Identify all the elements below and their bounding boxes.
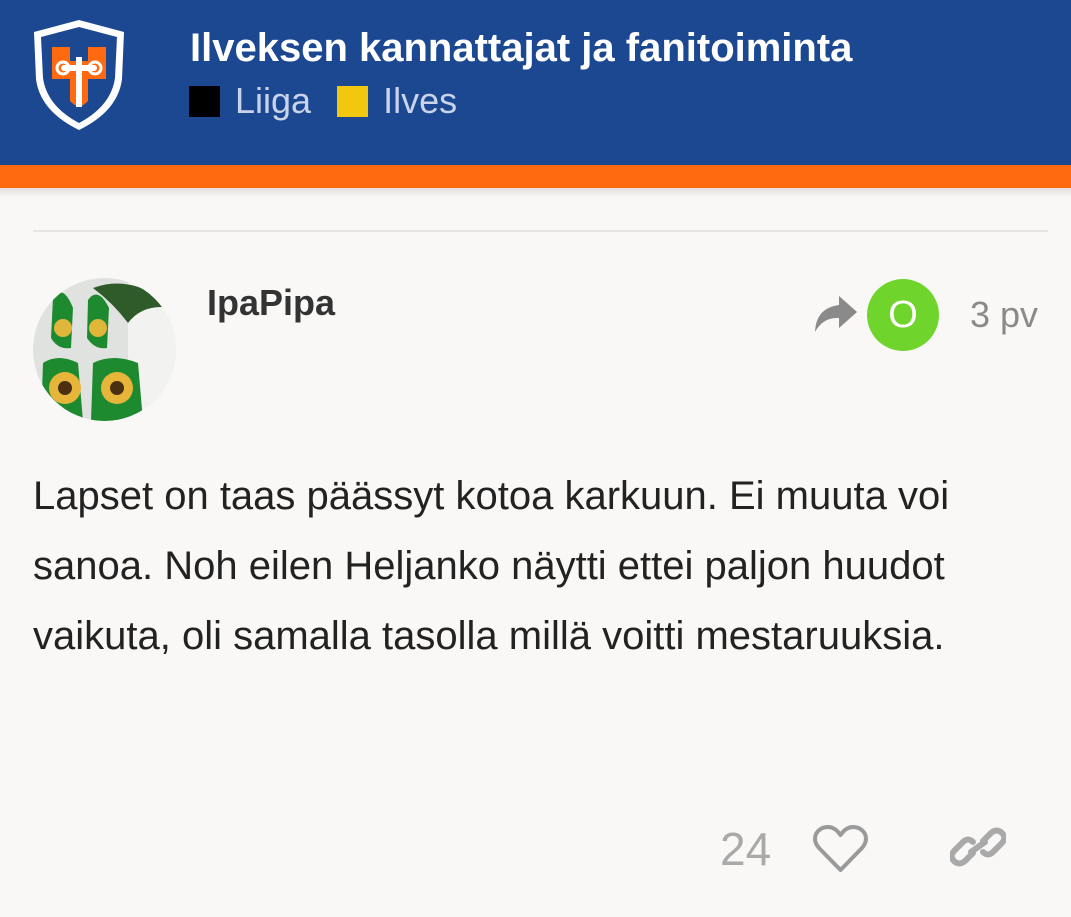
category-title[interactable]: Ilveksen kannattajat ja fanitoiminta <box>190 26 852 71</box>
like-count[interactable]: 24 <box>720 822 771 876</box>
category-tag-ilves[interactable]: Ilves <box>337 80 457 122</box>
category-breadcrumb: Liiga Ilves <box>189 80 483 122</box>
post-divider <box>33 230 1048 232</box>
header-shadow <box>0 188 1071 198</box>
user-avatar[interactable] <box>33 278 176 421</box>
category-tag-liiga[interactable]: Liiga <box>189 80 311 122</box>
header-accent-stripe <box>0 165 1071 188</box>
heart-icon[interactable] <box>812 824 869 874</box>
post-date[interactable]: 3 pv <box>970 294 1038 336</box>
category-tag-label: Liiga <box>235 80 312 121</box>
link-icon[interactable] <box>950 825 1006 869</box>
ilves-crest-icon[interactable] <box>30 17 128 133</box>
category-color-box <box>337 85 369 117</box>
site-header: Ilveksen kannattajat ja fanitoiminta Lii… <box>0 0 1071 165</box>
category-tag-label: Ilves <box>383 80 458 121</box>
post-body: Lapset on taas päässyt kotoa karkuun. Ei… <box>33 474 950 658</box>
share-arrow-icon[interactable] <box>813 294 859 334</box>
category-color-box <box>189 85 220 117</box>
reply-to-avatar[interactable]: O <box>867 279 939 351</box>
post-username[interactable]: IpaPipa <box>207 282 335 324</box>
